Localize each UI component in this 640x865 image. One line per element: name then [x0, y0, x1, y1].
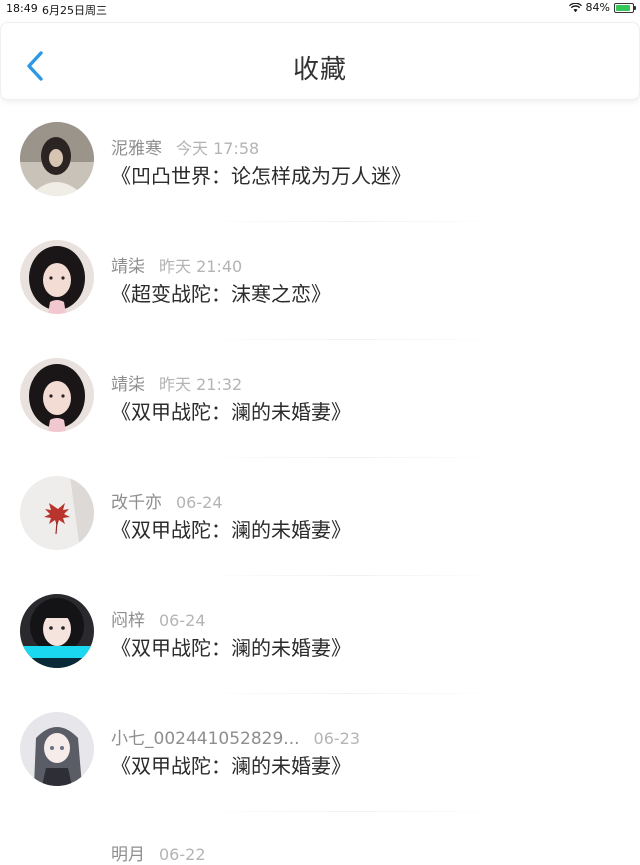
battery-percent: 84%	[585, 1, 610, 14]
item-title[interactable]: 《双甲战陀：澜的未婚妻》	[111, 632, 351, 661]
avatar[interactable]	[20, 712, 94, 786]
list-item[interactable]: 泥雅寒 今天 17:58 《凹凸世界：论怎样成为万人迷》	[0, 104, 640, 222]
list-item[interactable]: 小七_002441052829... 06-23 《双甲战陀：澜的未婚妻》	[0, 694, 640, 812]
list-item[interactable]: 靖柒 昨天 21:32 《双甲战陀：澜的未婚妻》	[0, 340, 640, 458]
avatar[interactable]	[20, 476, 94, 550]
status-bar: 18:49 6月25日周三 84%	[0, 0, 640, 18]
item-time: 今天 17:58	[176, 139, 260, 158]
list-item[interactable]: 靖柒 昨天 21:40 《超变战陀：沫寒之恋》	[0, 222, 640, 340]
item-time: 昨天 21:40	[159, 257, 243, 276]
item-title[interactable]: 《双甲战陀：澜的未婚妻》	[111, 396, 351, 425]
favorites-list: 泥雅寒 今天 17:58 《凹凸世界：论怎样成为万人迷》 靖柒 昨天 21:40 《…	[0, 104, 640, 865]
item-time: 06-23	[313, 729, 361, 748]
status-time: 18:49	[6, 2, 38, 15]
item-meta: 靖柒 昨天 21:32	[111, 370, 242, 395]
item-user: 改千亦	[111, 493, 162, 513]
item-time: 06-24	[159, 611, 206, 630]
battery-icon	[614, 2, 636, 13]
list-item[interactable]: 明月 06-22	[0, 812, 640, 865]
nav-bar: 收藏	[0, 22, 640, 100]
avatar[interactable]	[20, 240, 94, 314]
item-time: 昨天 21:32	[159, 375, 243, 394]
page-title: 收藏	[292, 55, 347, 85]
item-time: 06-24	[176, 493, 223, 512]
item-title[interactable]: 《双甲战陀：澜的未婚妻》	[111, 514, 351, 543]
avatar[interactable]	[20, 358, 94, 432]
item-user: 靖柒	[111, 375, 145, 395]
item-title[interactable]: 《凹凸世界：论怎样成为万人迷》	[111, 160, 411, 189]
item-meta: 闷梓 06-24	[111, 606, 206, 631]
item-title[interactable]: 《双甲战陀：澜的未婚妻》	[111, 750, 351, 779]
wifi-icon	[568, 2, 582, 12]
item-meta: 小七_002441052829... 06-23	[111, 724, 360, 749]
avatar[interactable]	[20, 122, 94, 196]
item-time: 06-22	[159, 845, 206, 864]
item-user: 闷梓	[111, 611, 145, 631]
item-user: 泥雅寒	[111, 139, 162, 159]
item-title[interactable]: 《超变战陀：沫寒之恋》	[111, 278, 331, 307]
avatar[interactable]	[20, 594, 94, 668]
item-user: 明月	[111, 845, 145, 865]
list-item[interactable]: 闷梓 06-24 《双甲战陀：澜的未婚妻》	[0, 576, 640, 694]
item-meta: 改千亦 06-24	[111, 488, 223, 513]
item-user: 小七_002441052829...	[111, 729, 300, 749]
status-right: 84%	[568, 1, 636, 14]
item-meta: 泥雅寒 今天 17:58	[111, 134, 259, 159]
status-date: 6月25日周三	[42, 4, 107, 17]
item-user: 靖柒	[111, 257, 145, 277]
list-item[interactable]: 改千亦 06-24 《双甲战陀：澜的未婚妻》	[0, 458, 640, 576]
item-meta: 靖柒 昨天 21:40	[111, 252, 242, 277]
